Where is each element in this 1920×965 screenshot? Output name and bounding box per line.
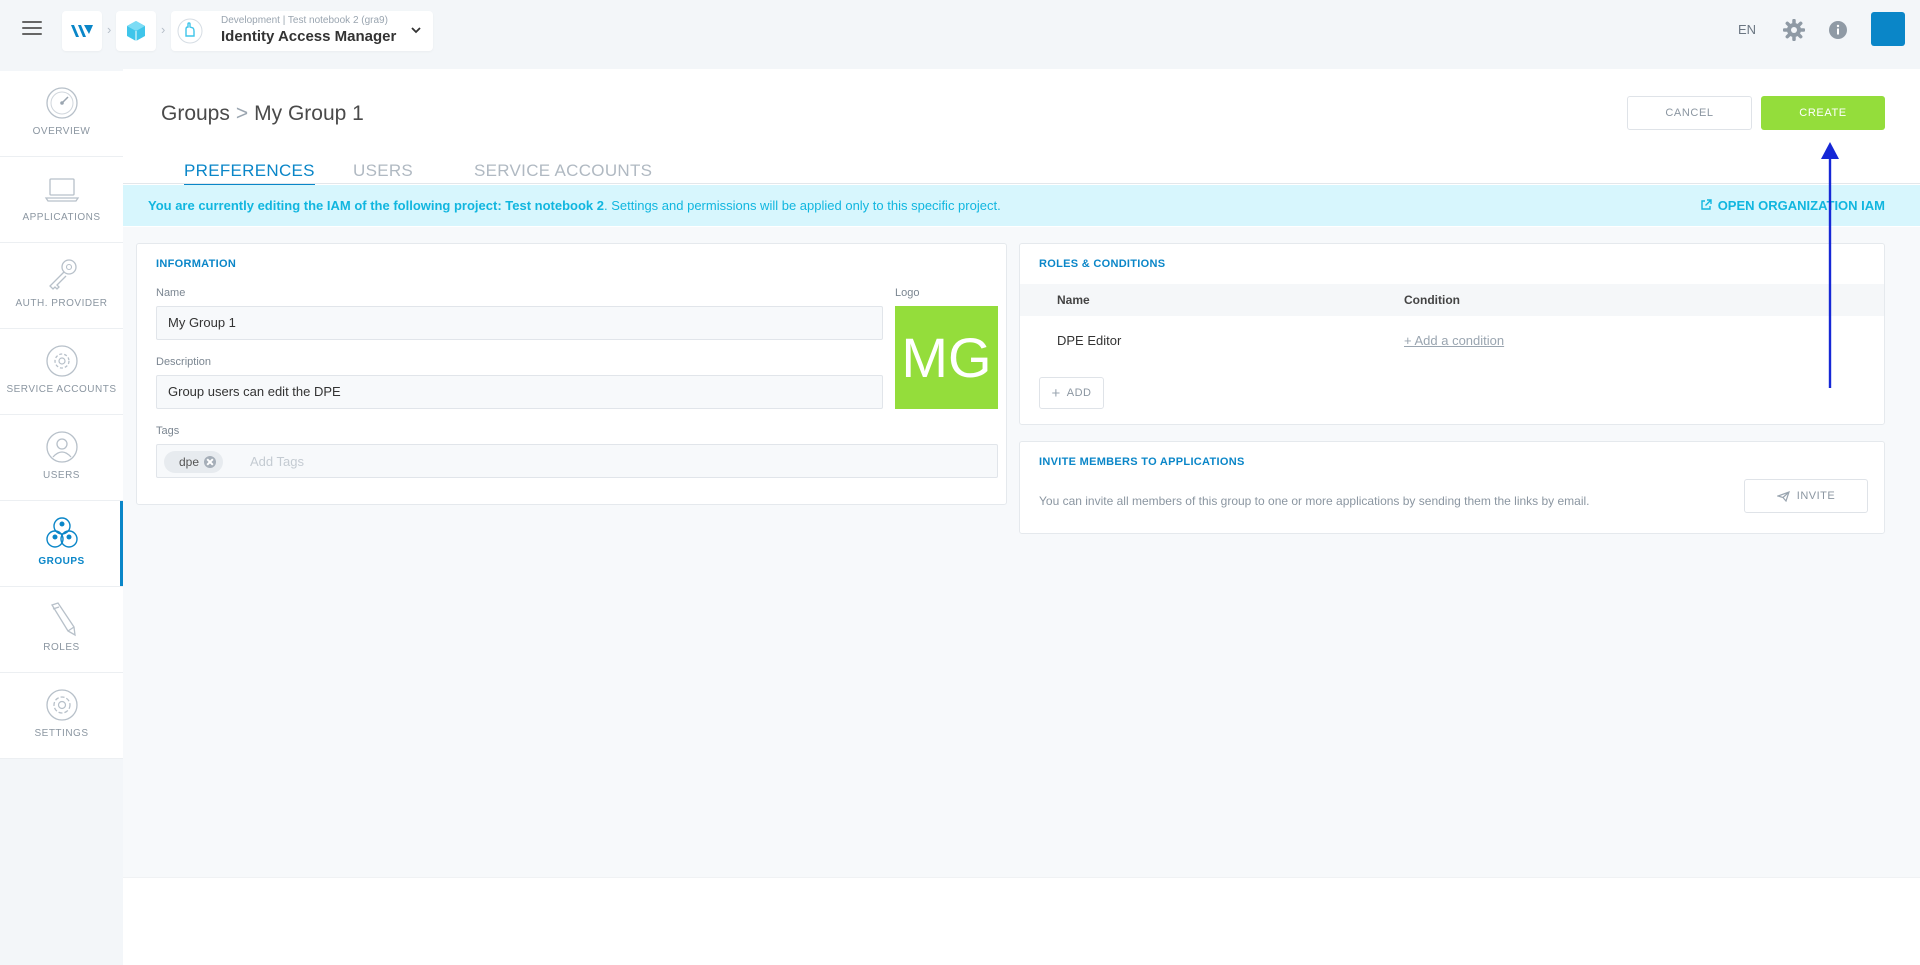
sidebar-item-label: SERVICE ACCOUNTS [6, 384, 117, 395]
logo-label: Logo [895, 287, 920, 299]
invite-members-card: INVITE MEMBERS TO APPLICATIONS You can i… [1019, 441, 1885, 534]
iam-hand-icon [177, 18, 203, 44]
group-icon [46, 517, 78, 548]
tag-remove-icon[interactable] [204, 456, 217, 468]
breadcrumb-separator: › [107, 22, 112, 37]
sidebar-item-label: USERS [43, 470, 80, 481]
gear-circle-icon [46, 345, 78, 377]
sidebar-item-auth-provider[interactable]: AUTH. PROVIDER [0, 243, 123, 329]
breadcrumb-root[interactable]: Groups [161, 102, 230, 125]
invite-description: You can invite all members of this group… [1039, 494, 1590, 508]
tags-label: Tags [156, 425, 180, 437]
roles-conditions-card: ROLES & CONDITIONS Name Condition DPE Ed… [1019, 243, 1885, 425]
cancel-button[interactable]: CANCEL [1627, 96, 1752, 130]
sidebar-item-overview[interactable]: OVERVIEW [0, 71, 123, 157]
role-name: DPE Editor [1057, 333, 1122, 348]
tab-service-accounts[interactable]: SERVICE ACCOUNTS [474, 161, 652, 181]
lower-band [123, 877, 1920, 965]
cube-icon [127, 21, 145, 41]
sidebar-item-label: SETTINGS [34, 728, 89, 739]
project-notice: You are currently editing the IAM of the… [123, 185, 1920, 226]
chevron-down-icon [411, 27, 421, 34]
user-icon [46, 431, 78, 463]
language-selector[interactable]: EN [1738, 22, 1756, 37]
information-title: INFORMATION [156, 258, 237, 270]
description-label: Description [156, 356, 212, 368]
column-header-name: Name [1057, 293, 1090, 307]
invite-button[interactable]: INVITE [1744, 479, 1868, 513]
name-input[interactable]: My Group 1 [156, 306, 883, 340]
ovh-logo-button[interactable] [62, 11, 102, 51]
external-link-icon [1700, 199, 1712, 210]
breadcrumb-separator: › [161, 22, 166, 37]
page-title: My Group 1 [254, 102, 364, 125]
send-icon [1776, 490, 1790, 502]
laptop-icon [44, 178, 80, 202]
tag-label: dpe [179, 455, 200, 469]
add-role-button[interactable]: + ADD [1039, 377, 1104, 409]
sidebar-item-label: AUTH. PROVIDER [15, 298, 108, 309]
create-button[interactable]: CREATE [1761, 96, 1885, 130]
user-avatar[interactable] [1871, 12, 1905, 46]
tag-chip: dpe [164, 451, 224, 473]
sidebar-item-label: GROUPS [38, 556, 85, 567]
app-context: Development | Test notebook 2 (gra9) [221, 15, 388, 26]
sidebar-item-label: ROLES [43, 642, 80, 653]
roles-table-header: Name Condition [1020, 284, 1884, 316]
top-bar: › › Development | Test notebook 2 (gra9)… [0, 0, 1920, 60]
sidebar-item-label: OVERVIEW [32, 126, 91, 137]
breadcrumb-chevron-icon: > [235, 102, 249, 125]
tags-placeholder: Add Tags [250, 454, 304, 469]
app-selector[interactable]: Development | Test notebook 2 (gra9) Ide… [171, 11, 433, 51]
open-organization-iam-label: OPEN ORGANIZATION IAM [1717, 198, 1885, 213]
name-label: Name [156, 287, 186, 299]
information-card: INFORMATION Name My Group 1 Description … [136, 243, 1007, 505]
gear-icon[interactable] [1783, 19, 1805, 41]
column-header-condition: Condition [1404, 293, 1460, 307]
roles-title: ROLES & CONDITIONS [1039, 258, 1166, 270]
sidebar: OVERVIEW APPLICATIONS AUTH. PROVIDER SER… [0, 71, 123, 759]
add-role-label: ADD [1066, 387, 1092, 399]
invite-label: INVITE [1796, 490, 1836, 502]
sidebar-item-label: APPLICATIONS [22, 212, 101, 223]
tab-users[interactable]: USERS [353, 161, 413, 181]
settings-icon [46, 689, 78, 721]
ovh-logo-icon [71, 25, 93, 37]
notice-text: . Settings and permissions will be appli… [603, 198, 1001, 213]
sidebar-item-applications[interactable]: APPLICATIONS [0, 157, 123, 243]
logo-preview[interactable]: MG [895, 306, 998, 409]
app-name: Identity Access Manager [221, 28, 397, 45]
invite-title: INVITE MEMBERS TO APPLICATIONS [1039, 456, 1245, 468]
notice-bold-text: You are currently editing the IAM of the… [148, 198, 604, 213]
key-icon [49, 259, 77, 290]
sidebar-item-users[interactable]: USERS [0, 415, 123, 501]
pencil-icon [51, 602, 76, 637]
sidebar-item-service-accounts[interactable]: SERVICE ACCOUNTS [0, 329, 123, 415]
tabs-divider [123, 183, 1920, 184]
open-organization-iam-link[interactable]: OPEN ORGANIZATION IAM [1700, 185, 1885, 226]
main-panel: Groups > My Group 1 CANCEL CREATE PREFEREN… [123, 69, 1920, 965]
tab-preferences[interactable]: PREFERENCES [184, 161, 315, 185]
description-input[interactable]: Group users can edit the DPE [156, 375, 883, 409]
sidebar-item-groups[interactable]: GROUPS [0, 501, 123, 587]
sidebar-item-settings[interactable]: SETTINGS [0, 673, 123, 759]
plus-icon: + [1051, 384, 1061, 402]
dial-icon [46, 87, 78, 119]
breadcrumb: Groups > My Group 1 [161, 102, 364, 126]
tags-input[interactable]: dpe Add Tags [156, 444, 998, 478]
hamburger-icon[interactable] [22, 21, 42, 37]
add-condition-link[interactable]: + Add a condition [1404, 333, 1504, 348]
cube-button[interactable] [116, 11, 156, 51]
info-icon[interactable] [1828, 20, 1848, 40]
sidebar-item-roles[interactable]: ROLES [0, 587, 123, 673]
